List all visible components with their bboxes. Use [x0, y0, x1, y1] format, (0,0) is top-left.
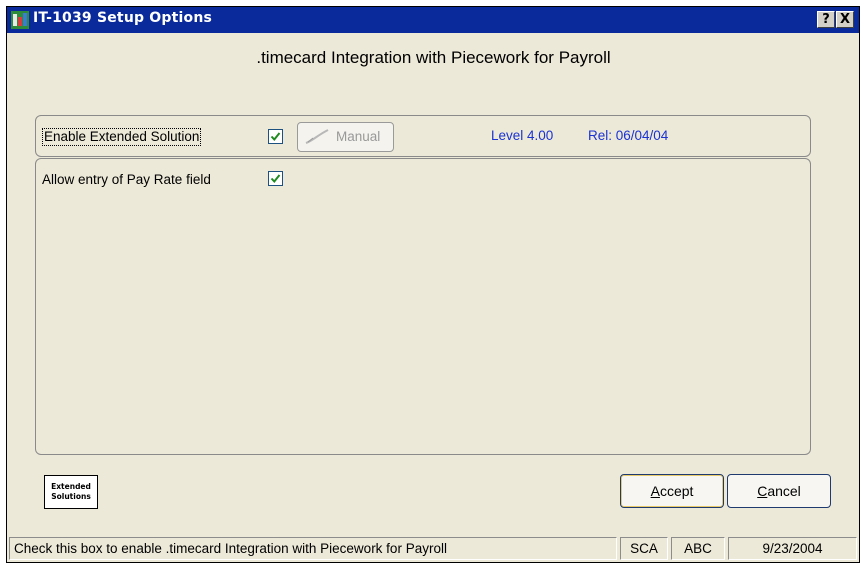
close-button[interactable]: X	[836, 11, 854, 28]
cancel-button[interactable]: Cancel	[727, 474, 831, 508]
app-icon	[11, 11, 29, 29]
window-title: IT-1039 Setup Options	[33, 10, 213, 26]
form-heading: .timecard Integration with Piecework for…	[256, 48, 611, 67]
enable-extended-solution-checkbox[interactable]	[268, 129, 283, 144]
manual-button-label: Manual	[336, 129, 381, 144]
status-bar: Check this box to enable .timecard Integ…	[7, 535, 859, 562]
logo-line-1: Extended	[51, 482, 91, 491]
status-user: ABC	[671, 537, 725, 560]
accept-button[interactable]: Accept	[620, 474, 724, 508]
help-button[interactable]: ?	[817, 11, 835, 28]
title-bar[interactable]: IT-1039 Setup Options ? X	[7, 7, 859, 33]
pen-icon	[305, 129, 329, 144]
allow-pay-rate-label: Allow entry of Pay Rate field	[42, 172, 211, 187]
extended-solutions-logo[interactable]: Extended Solutions	[44, 475, 98, 509]
checkmark-icon	[270, 174, 281, 184]
status-message: Check this box to enable .timecard Integ…	[9, 537, 617, 560]
level-label: Level 4.00	[491, 128, 554, 143]
status-date: 9/23/2004	[728, 537, 857, 560]
logo-line-2: Solutions	[51, 492, 91, 501]
checkmark-icon	[270, 132, 281, 142]
release-date-label: Rel: 06/04/04	[588, 128, 669, 143]
manual-button[interactable]: Manual	[297, 122, 394, 152]
status-company: SCA	[620, 537, 668, 560]
allow-pay-rate-checkbox[interactable]	[268, 171, 283, 186]
enable-extended-solution-label: Enable Extended Solution	[42, 128, 202, 146]
options-group	[35, 158, 811, 455]
